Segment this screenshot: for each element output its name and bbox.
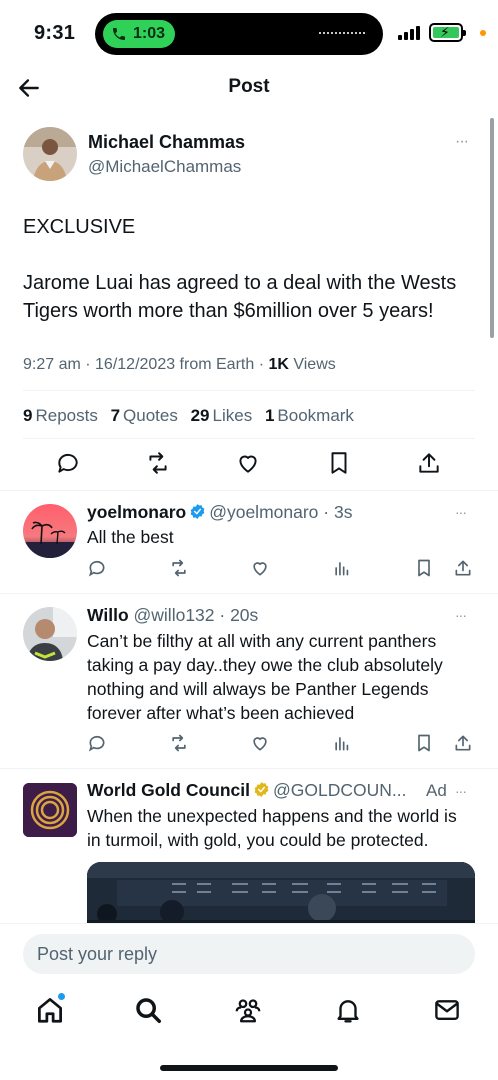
- author-avatar[interactable]: [23, 127, 77, 181]
- gold-verified-badge-icon: [254, 782, 269, 797]
- views-icon[interactable]: [332, 733, 352, 753]
- more-options-icon[interactable]: ···: [455, 504, 467, 520]
- reply-author-name[interactable]: yoelmonaro: [87, 502, 186, 522]
- share-icon[interactable]: [416, 450, 442, 476]
- notifications-icon[interactable]: [333, 995, 363, 1025]
- more-options-icon[interactable]: ···: [455, 783, 467, 799]
- reply-text: Can’t be filthy at all with any current …: [87, 631, 443, 723]
- reply-header: yoelmonaro @yoelmonaro · 3s: [87, 502, 447, 523]
- reposts-stat[interactable]: 9 Reposts: [23, 406, 98, 425]
- bookmark-icon[interactable]: [414, 558, 434, 578]
- privacy-indicator-dot: [480, 30, 486, 36]
- post-timestamp: 9:27 am · 16/12/2023 from Earth ·: [23, 356, 269, 373]
- advertiser-handle[interactable]: @GOLDCOUN...: [273, 780, 406, 800]
- views-icon[interactable]: [332, 558, 352, 578]
- reply-icon[interactable]: [87, 733, 107, 753]
- bottom-tab-bar: [0, 993, 498, 1080]
- ad-label: Ad: [426, 781, 447, 800]
- reply-handle[interactable]: @yoelmonaro: [209, 502, 318, 522]
- reply-header: Willo @willo132 · 20s: [87, 605, 447, 626]
- likes-stat[interactable]: 29 Likes: [191, 406, 253, 425]
- share-icon[interactable]: [453, 733, 473, 753]
- header: Post: [0, 64, 498, 114]
- messages-icon[interactable]: [432, 995, 462, 1025]
- search-icon[interactable]: [133, 995, 163, 1025]
- share-icon[interactable]: [453, 558, 473, 578]
- quotes-stat[interactable]: 7 Quotes: [111, 406, 178, 425]
- home-indicator[interactable]: [160, 1065, 338, 1071]
- author-name[interactable]: Michael Chammas: [88, 132, 245, 153]
- bookmarks-stat[interactable]: 1 Bookmark: [265, 406, 354, 425]
- dynamic-island[interactable]: 1:03: [95, 13, 383, 55]
- views-label: Views: [288, 356, 336, 373]
- author-handle[interactable]: @MichaelChammas: [88, 157, 241, 177]
- scroll-indicator[interactable]: [490, 118, 494, 338]
- call-pill[interactable]: 1:03: [103, 20, 176, 48]
- repost-icon[interactable]: [169, 733, 189, 753]
- post-actions: [23, 450, 475, 480]
- divider: [23, 438, 475, 439]
- post-stats: 9 Reposts 7 Quotes 29 Likes 1 Bookmark: [23, 406, 362, 426]
- advertiser-logo[interactable]: [23, 783, 77, 837]
- status-bar: 9:31 1:03 ⚡: [0, 0, 498, 64]
- more-options-icon[interactable]: ···: [455, 133, 469, 151]
- bookmark-icon[interactable]: [326, 450, 352, 476]
- ad-header: World Gold Council @GOLDCOUN...: [87, 780, 423, 801]
- advertiser-name[interactable]: World Gold Council: [87, 780, 250, 800]
- reply-text: All the best: [87, 527, 174, 547]
- reply-icon[interactable]: [87, 558, 107, 578]
- audio-waveform-icon: [319, 32, 365, 35]
- bookmark-icon[interactable]: [414, 733, 434, 753]
- reply-actions: [87, 558, 477, 582]
- reply-author-name[interactable]: Willo: [87, 605, 129, 625]
- post-text: EXCLUSIVE Jarome Luai has agreed to a de…: [23, 216, 457, 322]
- home-unread-dot: [58, 993, 65, 1000]
- reply-time: · 3s: [318, 502, 353, 522]
- post-meta: 9:27 am · 16/12/2023 from Earth · 1K Vie…: [23, 356, 336, 374]
- divider: [23, 390, 475, 391]
- like-icon[interactable]: [235, 450, 261, 476]
- reply-item[interactable]: Willo @willo132 · 20s ··· Can’t be filth…: [0, 593, 498, 768]
- more-options-icon[interactable]: ···: [455, 607, 467, 623]
- call-duration: 1:03: [133, 25, 166, 42]
- repost-icon[interactable]: [169, 558, 189, 578]
- repost-icon[interactable]: [145, 450, 171, 476]
- ad-text: When the unexpected happens and the worl…: [87, 806, 457, 850]
- reply-icon[interactable]: [55, 450, 81, 476]
- phone-icon: [113, 28, 125, 40]
- page-title: Post: [228, 76, 270, 97]
- reply-avatar[interactable]: [23, 607, 77, 661]
- ad-media-image[interactable]: [87, 862, 475, 932]
- cellular-signal-icon: [398, 26, 420, 40]
- battery-charging-icon: ⚡: [429, 23, 466, 42]
- reply-avatar[interactable]: [23, 504, 77, 558]
- reply-time: · 20s: [214, 605, 259, 625]
- like-icon[interactable]: [250, 733, 270, 753]
- like-icon[interactable]: [250, 558, 270, 578]
- reply-item[interactable]: yoelmonaro @yoelmonaro · 3s ··· All the b…: [0, 490, 498, 594]
- status-time: 9:31: [34, 22, 76, 44]
- views-count: 1K: [268, 356, 289, 373]
- reply-handle[interactable]: @willo132: [134, 605, 215, 625]
- reply-input[interactable]: Post your reply: [23, 934, 475, 974]
- reply-actions: [87, 733, 477, 757]
- communities-icon[interactable]: [233, 995, 263, 1025]
- verified-badge-icon: [190, 504, 205, 519]
- bolt-icon: ⚡: [440, 24, 450, 40]
